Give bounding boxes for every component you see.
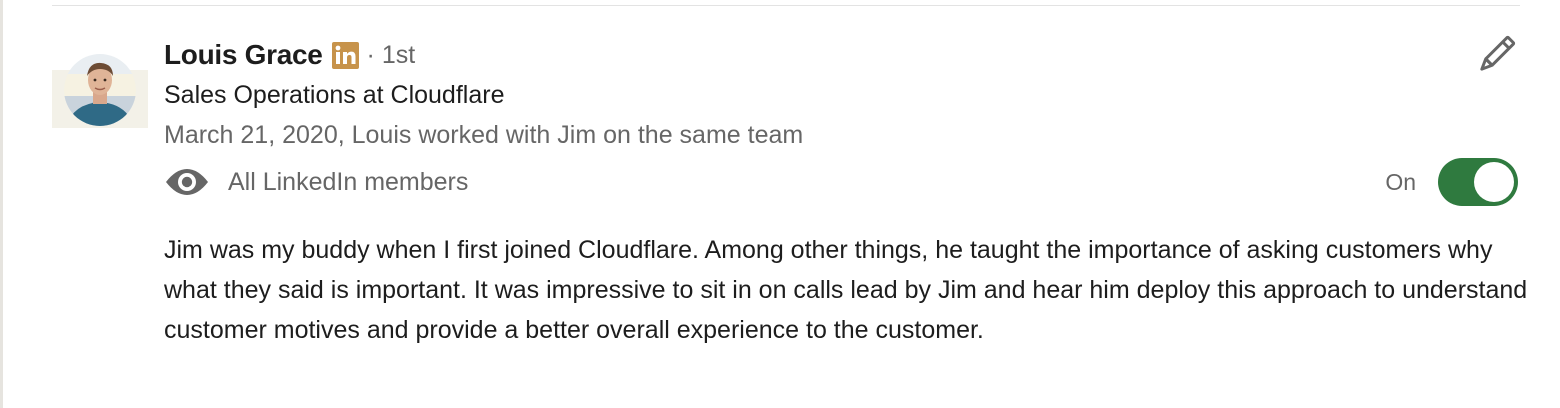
recommender-name[interactable]: Louis Grace bbox=[164, 39, 323, 71]
linkedin-icon bbox=[331, 42, 359, 69]
recommendation-card: Louis Grace · 1st Sales Operations at Cl… bbox=[0, 0, 1560, 408]
divider bbox=[52, 5, 1520, 6]
visibility-toggle-group: On bbox=[1385, 158, 1518, 206]
name-row: Louis Grace · 1st bbox=[164, 36, 415, 74]
toggle-knob bbox=[1474, 162, 1514, 202]
pencil-icon[interactable] bbox=[1473, 32, 1519, 78]
recommendation-date-relationship: March 21, 2020, Louis worked with Jim on… bbox=[164, 121, 804, 149]
connection-degree: · 1st bbox=[366, 40, 416, 69]
visibility-toggle[interactable] bbox=[1438, 158, 1518, 206]
recommendation-text: Jim was my buddy when I first joined Clo… bbox=[164, 236, 1528, 344]
visibility-label: All LinkedIn members bbox=[228, 167, 469, 196]
eye-icon bbox=[164, 168, 210, 196]
left-border bbox=[0, 0, 3, 408]
recommender-headline: Sales Operations at Cloudflare bbox=[164, 81, 505, 109]
avatar[interactable] bbox=[52, 52, 148, 128]
visibility-setting: All LinkedIn members bbox=[164, 164, 468, 200]
toggle-state-label: On bbox=[1385, 168, 1416, 195]
